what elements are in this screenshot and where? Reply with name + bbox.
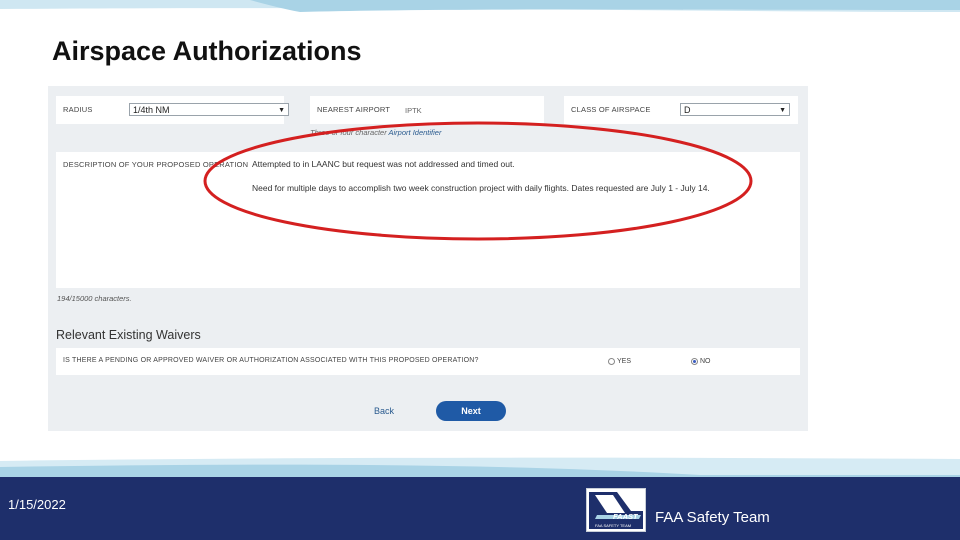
description-line-1: Attempted to in LAANC but request was no… (252, 159, 515, 169)
radius-select[interactable]: 1/4th NM ▼ (129, 103, 289, 116)
airport-hint-prefix: Three or four character (310, 128, 387, 137)
radius-select-value: 1/4th NM (133, 105, 170, 115)
airport-identifier-hint: Three or four character Airport Identifi… (310, 128, 441, 137)
class-of-airspace-label: CLASS OF AIRSPACE (571, 105, 651, 114)
form-screenshot-panel: RADIUS 1/4th NM ▼ NEAREST AIRPORT IPTK C… (48, 86, 808, 431)
description-card: DESCRIPTION OF YOUR PROPOSED OPERATION A… (56, 152, 800, 288)
waivers-section-title: Relevant Existing Waivers (56, 328, 201, 342)
faast-logo: FAAST FAA SAFETY TEAM (586, 488, 646, 532)
radio-no-label: NO (700, 358, 711, 365)
nearest-airport-label: NEAREST AIRPORT (317, 105, 391, 114)
radio-yes[interactable] (608, 358, 615, 365)
description-label: DESCRIPTION OF YOUR PROPOSED OPERATION (63, 160, 249, 169)
faast-logo-subtext: FAA SAFETY TEAM (595, 523, 631, 528)
description-line-2: Need for multiple days to accomplish two… (252, 183, 710, 193)
chevron-down-icon: ▼ (278, 107, 285, 114)
next-button[interactable]: Next (436, 401, 506, 421)
class-of-airspace-value: D (684, 105, 691, 115)
footer-band (0, 457, 960, 540)
footer-date: 1/15/2022 (8, 497, 66, 512)
faast-logo-graphic: FAAST FAA SAFETY TEAM (589, 492, 643, 529)
radio-no[interactable] (691, 358, 698, 365)
radius-card: RADIUS 1/4th NM ▼ (56, 96, 289, 124)
airport-identifier-link[interactable]: Airport Identifier (389, 128, 442, 137)
back-button[interactable]: Back (374, 406, 394, 416)
slide-title: Airspace Authorizations (52, 36, 362, 66)
class-of-airspace-select[interactable]: D ▼ (680, 103, 790, 116)
top-decorative-band (0, 0, 960, 12)
nearest-airport-card: NEAREST AIRPORT IPTK (310, 96, 544, 124)
character-count: 194/15000 characters. (57, 294, 132, 303)
chevron-down-icon: ▼ (779, 107, 786, 114)
radius-label: RADIUS (63, 105, 93, 114)
radio-yes-label: YES (617, 358, 632, 365)
description-textarea[interactable]: Attempted to in LAANC but request was no… (252, 156, 792, 284)
faast-logo-text: FAAST (613, 512, 639, 521)
class-of-airspace-card: CLASS OF AIRSPACE D ▼ (564, 96, 798, 124)
waivers-question-card: IS THERE A PENDING OR APPROVED WAIVER OR… (56, 348, 800, 375)
nearest-airport-input[interactable]: IPTK (405, 106, 422, 115)
waivers-question: IS THERE A PENDING OR APPROVED WAIVER OR… (63, 357, 479, 364)
footer-team-name: FAA Safety Team (655, 509, 770, 526)
